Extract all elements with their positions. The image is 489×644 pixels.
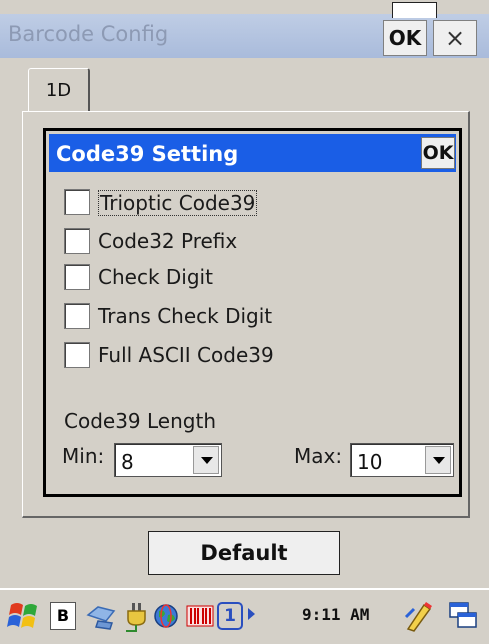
dialog-title-bar: Code39 Setting OK	[49, 134, 456, 172]
input-number-indicator[interactable]: 1	[217, 602, 243, 630]
input-mode-button[interactable]: B	[50, 602, 76, 630]
option-label: Trioptic Code39	[98, 190, 258, 216]
taskbar: B 1 9:11 AM	[0, 588, 489, 644]
chevron-down-icon[interactable]	[193, 446, 219, 474]
dialog-title: Code39 Setting	[56, 142, 239, 166]
min-select[interactable]: 8	[114, 443, 222, 477]
network-icon[interactable]	[84, 597, 120, 635]
arrow-right-icon	[248, 608, 255, 620]
min-label: Min:	[62, 444, 105, 468]
start-flag-icon[interactable]	[6, 597, 42, 635]
checkbox[interactable]	[64, 189, 90, 215]
window-title: Barcode Config	[8, 22, 169, 46]
checkbox[interactable]	[64, 342, 90, 368]
option-label: Full ASCII Code39	[98, 343, 274, 367]
barcode-scanner-icon[interactable]	[184, 597, 216, 635]
title-bar: Barcode Config OK ×	[0, 0, 489, 63]
pen-input-icon[interactable]	[402, 597, 436, 635]
window-ok-button[interactable]: OK	[383, 20, 427, 56]
min-value: 8	[121, 450, 134, 474]
option-label: Check Digit	[98, 265, 213, 289]
chevron-down-icon[interactable]	[425, 446, 451, 474]
power-plug-icon[interactable]	[120, 597, 152, 635]
default-button[interactable]: Default	[148, 531, 340, 575]
desktop-icon[interactable]	[446, 597, 480, 635]
option-label: Code32 Prefix	[98, 229, 238, 253]
max-value: 10	[357, 450, 383, 474]
checkbox[interactable]	[64, 228, 90, 254]
code39-setting-dialog: Code39 Setting OK Trioptic Code39 Code32…	[43, 128, 462, 497]
window-close-button[interactable]: ×	[433, 20, 477, 56]
clock[interactable]: 9:11 AM	[302, 605, 369, 624]
tab-1d[interactable]: 1D	[28, 68, 90, 112]
option-label: Trans Check Digit	[98, 304, 273, 328]
ok-tab-decoration	[392, 2, 437, 18]
globe-icon[interactable]	[150, 597, 182, 635]
max-select[interactable]: 10	[350, 443, 454, 477]
checkbox[interactable]	[64, 264, 90, 290]
max-label: Max:	[294, 444, 343, 468]
code39-length-label: Code39 Length	[64, 409, 216, 433]
dialog-ok-button[interactable]: OK	[421, 137, 455, 169]
checkbox[interactable]	[64, 303, 90, 329]
